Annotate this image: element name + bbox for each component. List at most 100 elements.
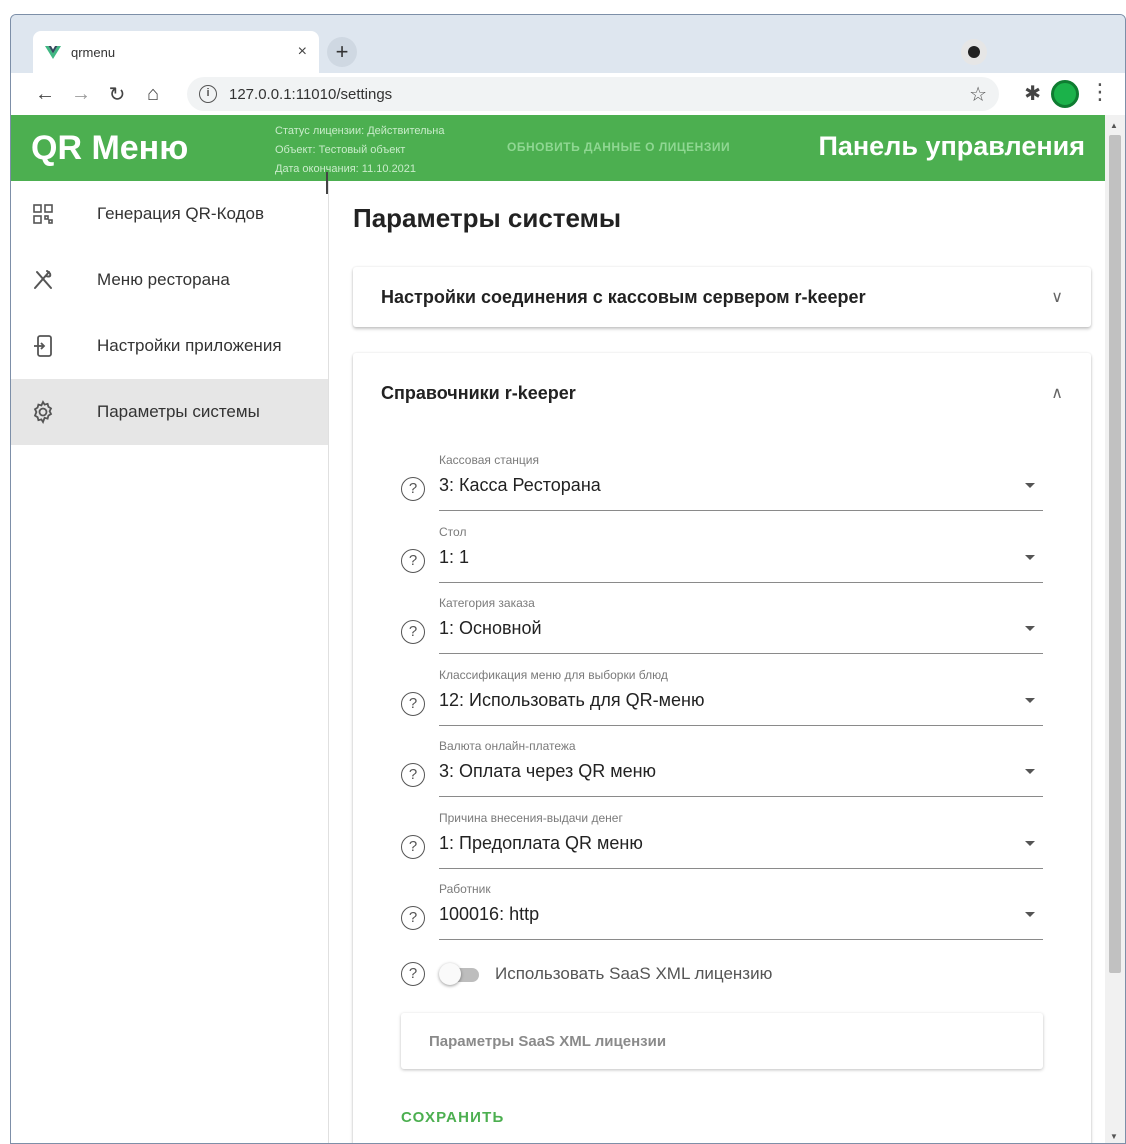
sidebar-item-label: Настройки приложения: [97, 336, 282, 355]
scroll-down-icon[interactable]: ▼: [1110, 1132, 1118, 1141]
tab-close-icon[interactable]: ×: [298, 43, 307, 61]
dropdown-arrow-icon[interactable]: [1025, 912, 1035, 917]
app-brand[interactable]: QR Меню: [31, 129, 188, 168]
browser-menu-icon[interactable]: ⋮: [1089, 79, 1111, 105]
dropdown-arrow-icon[interactable]: [1025, 483, 1035, 488]
help-icon[interactable]: ?: [401, 763, 425, 787]
extensions-puzzle-icon[interactable]: ✱: [1024, 81, 1041, 106]
reload-icon[interactable]: ↻: [99, 82, 135, 107]
dropdown-arrow-icon[interactable]: [1025, 555, 1035, 560]
text-cursor: [326, 172, 328, 194]
license-object: Объект: Тестовый объект: [275, 144, 406, 156]
license-info: Статус лицензии: Действительна Объект: Т…: [275, 122, 444, 179]
help-icon[interactable]: ?: [401, 620, 425, 644]
field-label: Причина внесения-выдачи денег: [439, 811, 623, 825]
panel-title: Справочники r-keeper: [381, 382, 576, 403]
connection-settings-panel: Настройки соединения с кассовым сервером…: [353, 267, 1091, 327]
field-value[interactable]: 100016: http: [439, 904, 539, 925]
qr-code-icon: [29, 200, 57, 228]
saas-params-panel[interactable]: Параметры SaaS XML лицензии: [401, 1013, 1043, 1069]
sidebar-item-label: Генерация QR-Кодов: [97, 204, 264, 223]
sidebar-item-qr-codes[interactable]: Генерация QR-Кодов: [11, 181, 328, 247]
utensils-icon: [29, 266, 57, 294]
rkeeper-directories-panel: Справочники r-keeper ∧ ? Кассовая станци…: [353, 353, 1091, 1143]
sidebar: Генерация QR-Кодов Меню ресторана Настро…: [11, 181, 329, 1143]
panel-title: Настройки соединения с кассовым сервером…: [381, 286, 866, 307]
field-underline: [439, 653, 1043, 654]
saas-license-toggle[interactable]: [439, 963, 479, 985]
site-info-icon[interactable]: i: [199, 85, 217, 103]
sidebar-item-app-settings[interactable]: Настройки приложения: [11, 313, 328, 379]
tab-title: qrmenu: [71, 44, 116, 60]
saas-params-label: Параметры SaaS XML лицензии: [429, 1032, 667, 1050]
refresh-license-button[interactable]: ОБНОВИТЬ ДАННЫЕ О ЛИЦЕНЗИИ: [507, 140, 730, 154]
connection-settings-header[interactable]: Настройки соединения с кассовым сервером…: [353, 267, 1091, 327]
employee-select[interactable]: ? Работник 100016: http: [401, 878, 1043, 940]
field-underline: [439, 510, 1043, 511]
payment-currency-select[interactable]: ? Валюта онлайн-платежа 3: Оплата через …: [401, 735, 1043, 797]
saas-license-switch-row: ? Использовать SaaS XML лицензию: [401, 959, 1043, 989]
field-value[interactable]: 1: 1: [439, 547, 469, 568]
bookmark-star-icon[interactable]: ☆: [969, 82, 987, 107]
address-bar[interactable]: i 127.0.0.1:11010/settings ☆: [187, 77, 999, 111]
media-control-icon[interactable]: [961, 39, 987, 65]
table-select[interactable]: ? Стол 1: 1: [401, 521, 1043, 583]
help-icon[interactable]: ?: [401, 692, 425, 716]
app-settings-icon: [29, 332, 57, 360]
page-title: Параметры системы: [353, 203, 622, 233]
order-category-select[interactable]: ? Категория заказа 1: Основной: [401, 592, 1043, 654]
menu-classification-select[interactable]: ? Классификация меню для выборки блюд 12…: [401, 664, 1043, 726]
cash-reason-select[interactable]: ? Причина внесения-выдачи денег 1: Предо…: [401, 807, 1043, 869]
toggle-knob[interactable]: [439, 963, 461, 985]
sidebar-item-label: Параметры системы: [97, 402, 260, 421]
browser-window: – □ × qrmenu × + ← → ↻ ⌂ i 127.0.0.1:110…: [10, 14, 1126, 1144]
dropdown-arrow-icon[interactable]: [1025, 626, 1035, 631]
field-label: Валюта онлайн-платежа: [439, 739, 576, 753]
forward-arrow-icon[interactable]: →: [63, 83, 99, 106]
field-underline: [439, 725, 1043, 726]
field-label: Классификация меню для выборки блюд: [439, 668, 668, 682]
field-underline: [439, 868, 1043, 869]
rkeeper-directories-header[interactable]: Справочники r-keeper ∧: [353, 353, 1091, 433]
back-arrow-icon[interactable]: ←: [27, 83, 63, 106]
url-text[interactable]: 127.0.0.1:11010/settings: [229, 86, 969, 103]
field-underline: [439, 582, 1043, 583]
main-content: Параметры системы Настройки соединения с…: [329, 181, 1105, 1143]
help-icon[interactable]: ?: [401, 906, 425, 930]
help-icon[interactable]: ?: [401, 962, 425, 986]
field-value[interactable]: 3: Касса Ресторана: [439, 475, 601, 496]
save-button[interactable]: СОХРАНИТЬ: [401, 1109, 504, 1126]
field-underline: [439, 939, 1043, 940]
help-icon[interactable]: ?: [401, 549, 425, 573]
panel-title: Панель управления: [818, 131, 1085, 161]
scroll-up-icon[interactable]: ▲: [1110, 121, 1118, 130]
field-value[interactable]: 3: Оплата через QR меню: [439, 761, 656, 782]
page-scrollbar[interactable]: ▲ ▼: [1105, 115, 1125, 1143]
chevron-up-icon: ∧: [1051, 385, 1063, 402]
help-icon[interactable]: ?: [401, 835, 425, 859]
field-value[interactable]: 1: Предоплата QR меню: [439, 833, 643, 854]
field-underline: [439, 796, 1043, 797]
scroll-thumb[interactable]: [1109, 135, 1121, 973]
new-tab-button[interactable]: +: [327, 37, 357, 67]
field-value[interactable]: 1: Основной: [439, 618, 542, 639]
profile-avatar-icon[interactable]: [1051, 80, 1079, 108]
field-label: Категория заказа: [439, 596, 535, 610]
browser-toolbar: ← → ↻ ⌂ i 127.0.0.1:11010/settings ☆ ✱ ⋮: [11, 73, 1125, 115]
field-label: Кассовая станция: [439, 453, 539, 467]
sidebar-item-system-params[interactable]: Параметры системы: [11, 379, 328, 445]
home-icon[interactable]: ⌂: [135, 83, 171, 106]
dropdown-arrow-icon[interactable]: [1025, 698, 1035, 703]
cash-station-select[interactable]: ? Кассовая станция 3: Касса Ресторана: [401, 449, 1043, 511]
tab-strip: qrmenu × +: [11, 15, 1125, 73]
field-label: Работник: [439, 882, 491, 896]
dropdown-arrow-icon[interactable]: [1025, 769, 1035, 774]
saas-license-label[interactable]: Использовать SaaS XML лицензию: [495, 964, 772, 984]
sidebar-item-restaurant-menu[interactable]: Меню ресторана: [11, 247, 328, 313]
app-header: QR Меню Статус лицензии: Действительна О…: [11, 115, 1105, 181]
browser-tab[interactable]: qrmenu ×: [33, 31, 319, 73]
gear-icon: [29, 398, 57, 426]
help-icon[interactable]: ?: [401, 477, 425, 501]
dropdown-arrow-icon[interactable]: [1025, 841, 1035, 846]
field-value[interactable]: 12: Использовать для QR-меню: [439, 690, 704, 711]
